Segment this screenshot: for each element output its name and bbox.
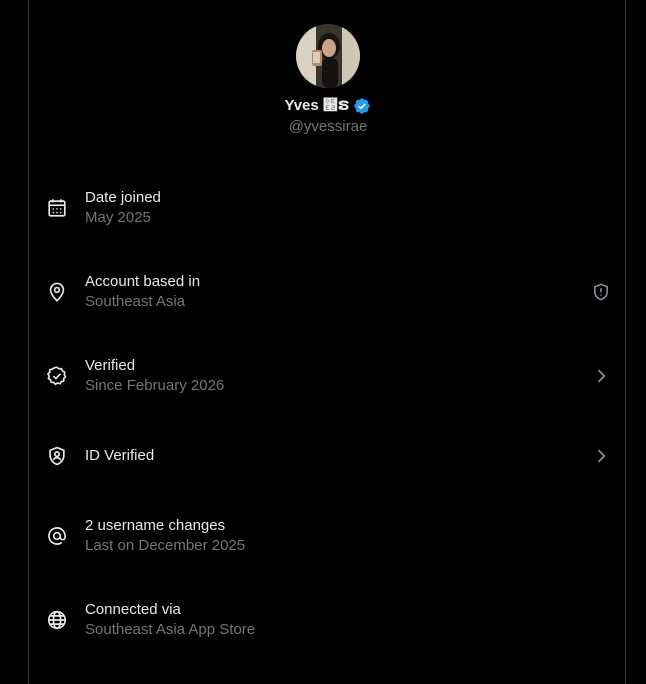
account-info-list: Date joined May 2025 Account based in So… xyxy=(29,166,627,662)
id-shield-icon xyxy=(46,445,68,467)
verified-text: Verified Since February 2026 xyxy=(85,356,224,396)
id-verified-row[interactable]: ID Verified xyxy=(29,418,627,494)
account-location-row: Account based in Southeast Asia xyxy=(29,250,627,334)
account-location-label: Account based in xyxy=(85,273,201,290)
at-sign-icon xyxy=(46,525,68,547)
date-joined-value: May 2025 xyxy=(85,209,151,226)
connected-via-label: Connected via xyxy=(85,601,181,618)
name-row: Yves ໢ຣ xyxy=(29,97,627,115)
username-changes-label: 2 username changes xyxy=(85,517,226,534)
connected-via-text: Connected via Southeast Asia App Store xyxy=(85,600,255,640)
globe-icon xyxy=(46,609,68,631)
chevron-right-icon[interactable] xyxy=(591,446,611,466)
display-name: Yves ໢ຣ xyxy=(284,97,350,114)
date-joined-row: Date joined May 2025 xyxy=(29,166,627,250)
connected-via-value: Southeast Asia App Store xyxy=(85,621,256,638)
date-joined-label: Date joined xyxy=(85,189,161,206)
shield-alert-icon[interactable] xyxy=(591,282,611,302)
id-verified-label: ID Verified xyxy=(85,447,155,464)
verified-row[interactable]: Verified Since February 2026 xyxy=(29,334,627,418)
calendar-icon xyxy=(46,197,68,219)
connected-via-row: Connected via Southeast Asia App Store xyxy=(29,578,627,662)
username-changes-row: 2 username changes Last on December 2025 xyxy=(29,494,627,578)
id-verified-text: ID Verified xyxy=(85,446,154,466)
profile-header: Yves ໢ຣ @yvessirae xyxy=(29,24,627,136)
about-account-page: Yves ໢ຣ @yvessirae xyxy=(0,0,646,684)
username-changes-last: Last on December 2025 xyxy=(85,537,246,554)
avatar[interactable] xyxy=(296,24,360,88)
account-location-value: Southeast Asia xyxy=(85,293,186,310)
username-changes-text: 2 username changes Last on December 2025 xyxy=(85,516,245,556)
username-handle: @yvessirae xyxy=(288,118,368,135)
verified-since: Since February 2026 xyxy=(85,377,225,394)
account-location-text: Account based in Southeast Asia xyxy=(85,272,200,312)
about-panel: Yves ໢ຣ @yvessirae xyxy=(28,0,626,684)
date-joined-text: Date joined May 2025 xyxy=(85,188,161,228)
verified-check-icon xyxy=(46,365,68,387)
location-pin-icon xyxy=(46,281,68,303)
chevron-right-icon[interactable] xyxy=(591,366,611,386)
verified-label: Verified xyxy=(85,357,136,374)
verified-badge-icon[interactable] xyxy=(353,97,371,115)
